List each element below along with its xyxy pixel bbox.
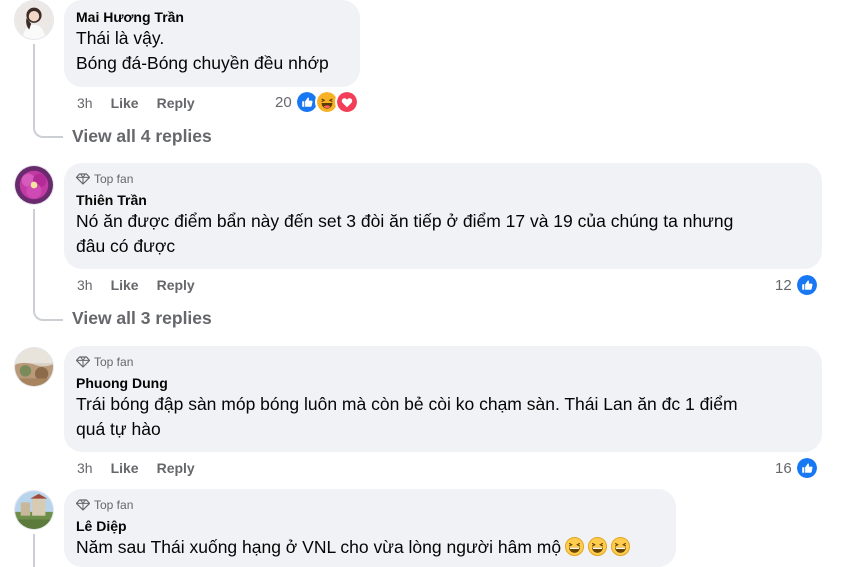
avatar[interactable] [14,490,54,530]
avatar[interactable] [14,0,54,40]
top-fan-badge: Top fan [76,354,810,370]
top-fan-badge: Top fan [76,171,810,187]
top-fan-badge: Top fan [76,497,664,513]
comment-text-line: Thái là vậy. [76,28,165,48]
diamond-icon [76,356,90,368]
comment-bubble: Top fan Lê Diệp Năm sau Thái xuống hạng … [64,489,676,567]
reaction-summary[interactable]: 16 [775,456,819,480]
view-replies-link[interactable]: View all 3 replies [72,307,212,329]
comment-text-line: Bóng đá-Bóng chuyền đều nhớp [76,53,329,73]
reaction-summary[interactable]: 12 [775,273,819,297]
comment-text-line: Nó ăn được điểm bẩn này đến set 3 đòi ăn… [76,211,734,231]
comment-actions: 3h Like Reply [77,459,195,477]
comment-author[interactable]: Lê Diệp [76,517,664,535]
comment-text-line: Trái bóng đập sàn móp bóng luôn mà còn b… [76,394,738,414]
avatar[interactable] [14,165,54,205]
reply-button[interactable]: Reply [157,94,195,112]
top-fan-label: Top fan [94,172,134,186]
thread-line [33,209,35,309]
reply-button[interactable]: Reply [157,276,195,294]
comment-actions: 3h Like Reply [77,94,195,112]
avatar[interactable] [14,347,54,387]
comment-timestamp[interactable]: 3h [77,94,93,112]
diamond-icon [76,499,90,511]
like-icon [794,456,819,480]
comment-text-line: đâu có được [76,236,176,256]
comment-author[interactable]: Mai Hương Trần [76,8,348,26]
laughing-emoji-icon [611,537,631,556]
comment-text-line: quá tự hào [76,419,161,439]
reply-connector [33,309,63,321]
reply-connector [33,126,63,138]
like-button[interactable]: Like [111,459,139,477]
top-fan-label: Top fan [94,355,134,369]
thread-line [33,534,35,567]
comment-text: Năm sau Thái xuống hạng ở VNL cho vừa lò… [76,537,562,557]
diamond-icon [76,173,90,185]
thread-line [33,44,35,126]
top-fan-label: Top fan [94,498,134,512]
comment-timestamp[interactable]: 3h [77,459,93,477]
reaction-count: 12 [775,276,792,294]
like-button[interactable]: Like [111,276,139,294]
reaction-summary[interactable]: 20 [275,90,359,114]
view-replies-link[interactable]: View all 4 replies [72,125,212,147]
love-icon [334,90,359,114]
reaction-count: 16 [775,459,792,477]
like-icon [794,273,819,297]
comment-actions: 3h Like Reply [77,276,195,294]
comment-timestamp[interactable]: 3h [77,276,93,294]
laughing-emoji-icon [588,537,608,556]
comment-bubble: Top fan Thiên Trần Nó ăn được điểm bẩn n… [64,163,822,269]
laughing-emoji-icon [565,537,585,556]
comment-author[interactable]: Thiên Trần [76,191,810,209]
like-button[interactable]: Like [111,94,139,112]
comment-bubble: Top fan Phuong Dung Trái bóng đập sàn mó… [64,346,822,452]
reply-button[interactable]: Reply [157,459,195,477]
reaction-count: 20 [275,93,292,111]
comment-text-line: Năm sau Thái xuống hạng ở VNL cho vừa lò… [76,535,664,560]
comment-bubble: Mai Hương Trần Thái là vậy. Bóng đá-Bóng… [64,0,360,87]
comment-author[interactable]: Phuong Dung [76,374,810,392]
